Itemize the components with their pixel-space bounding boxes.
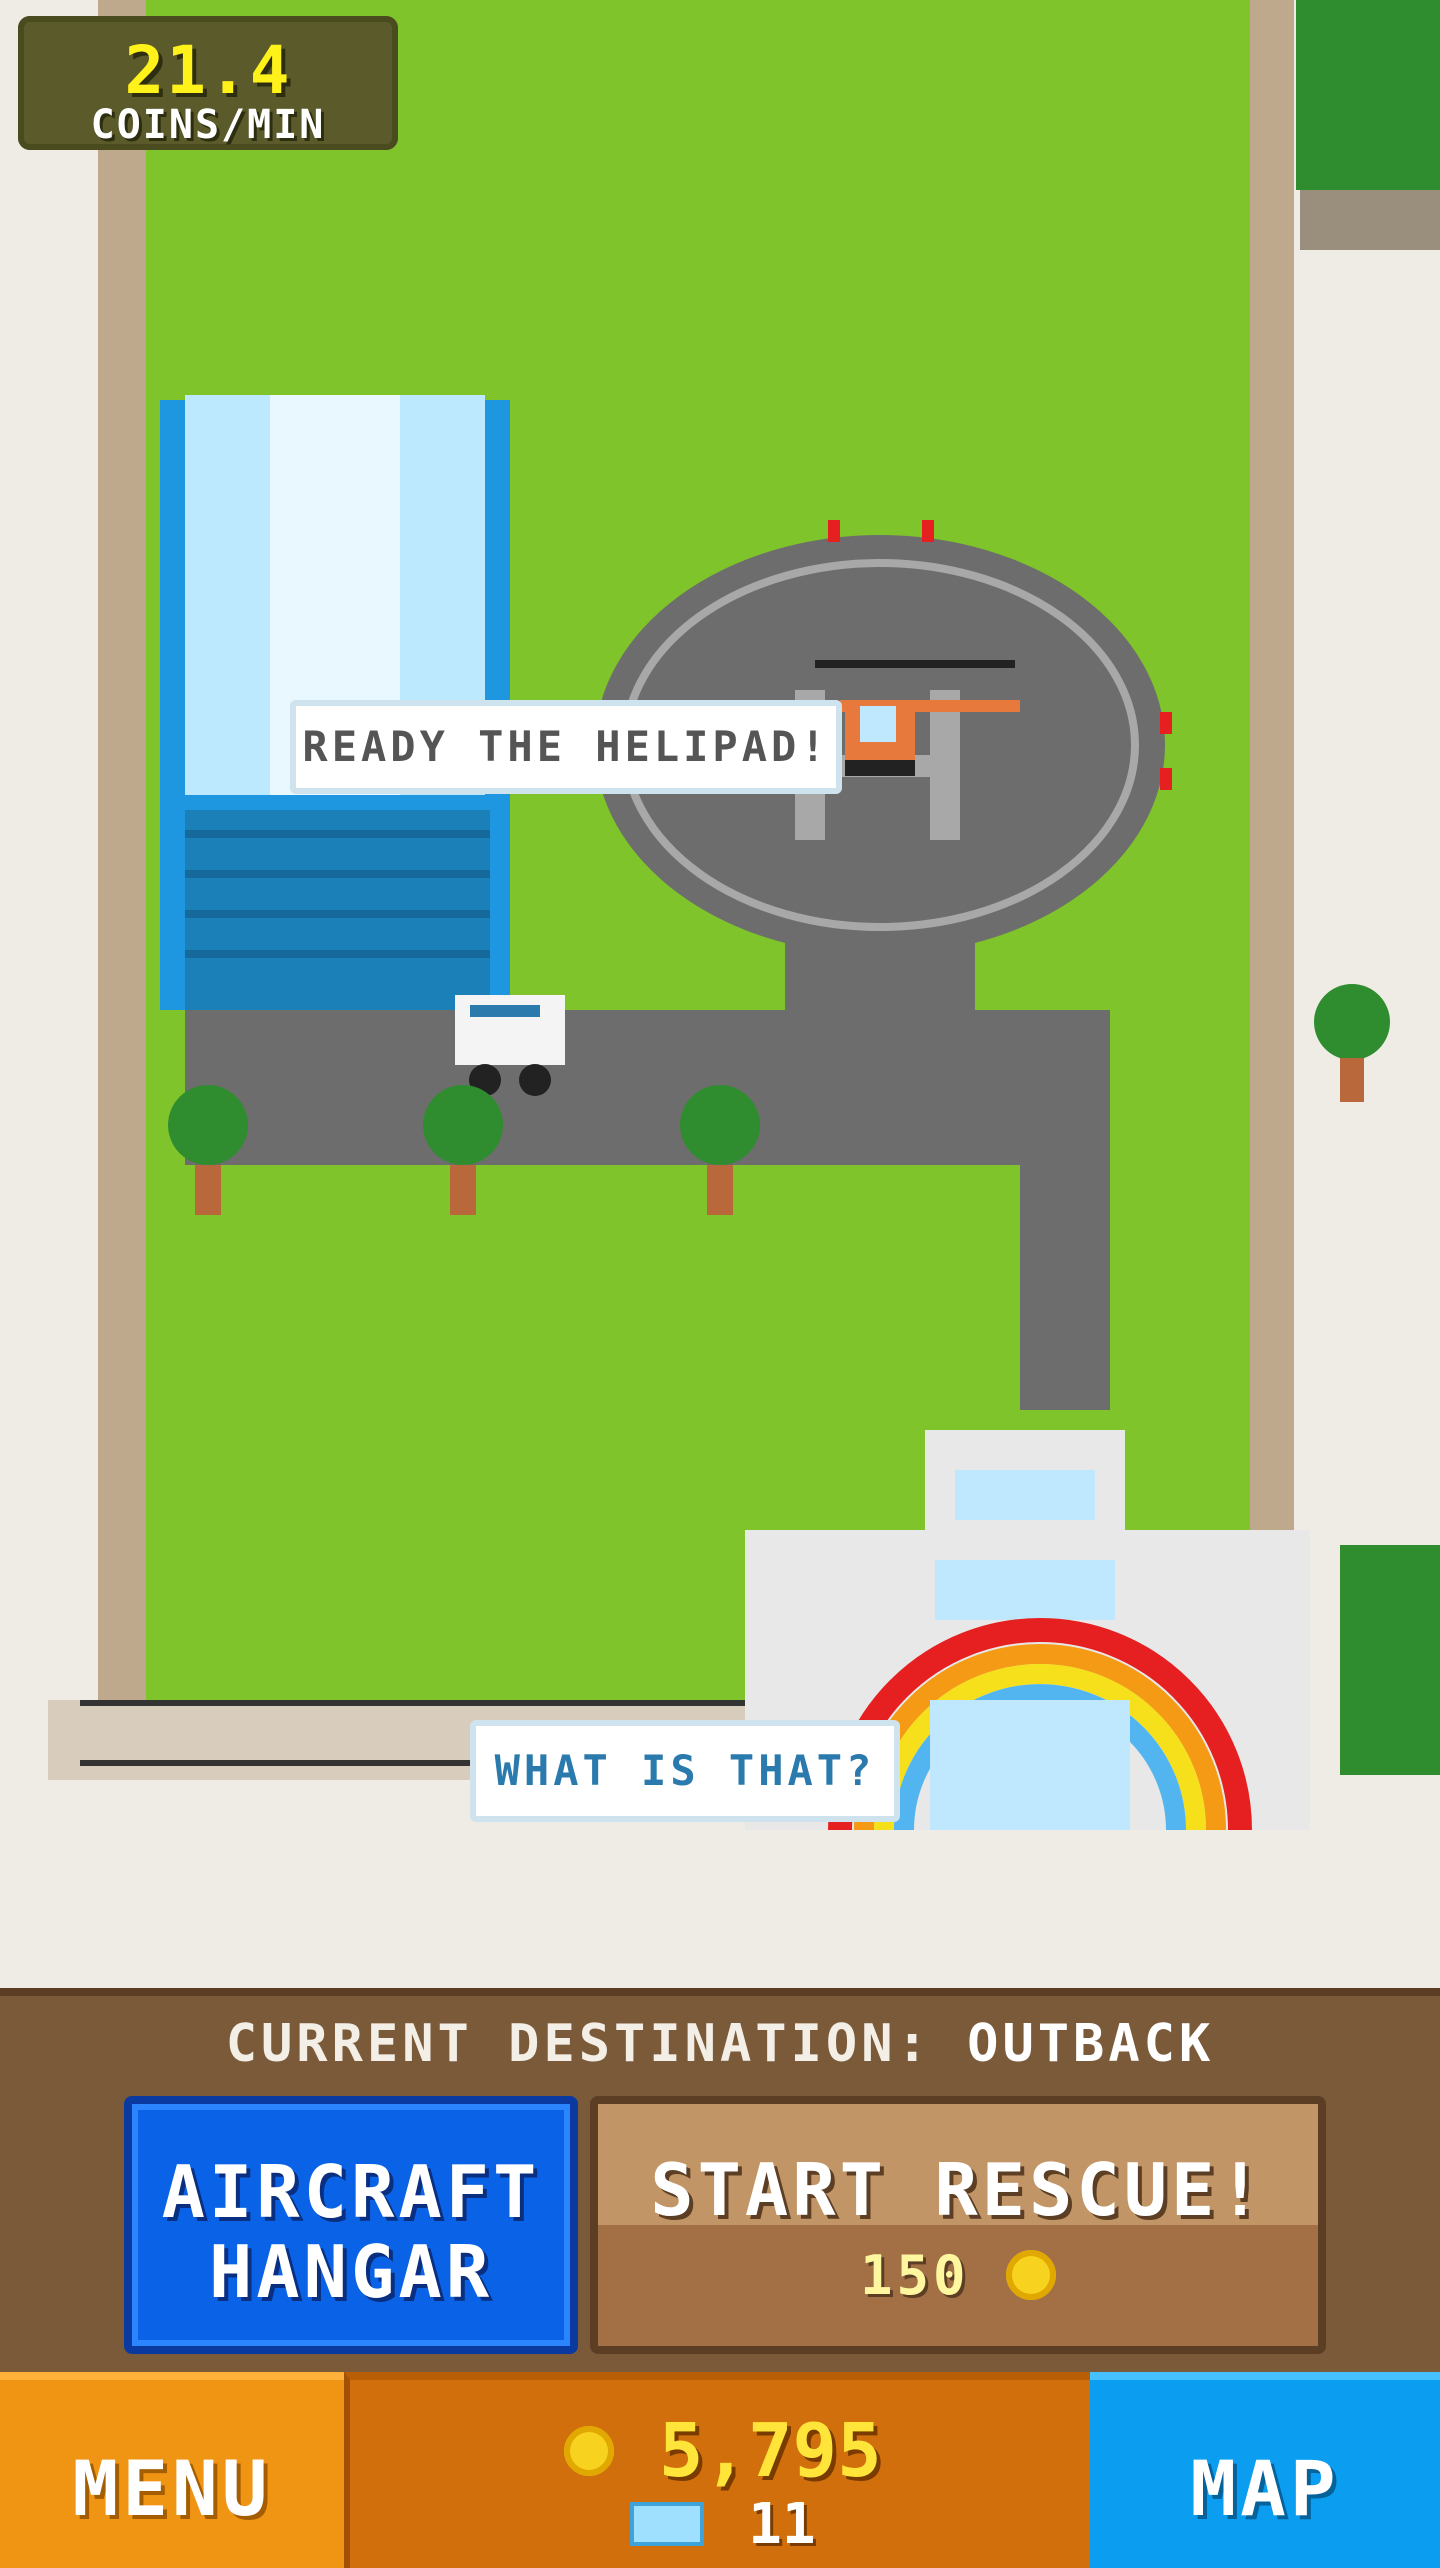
coin-icon xyxy=(564,2426,615,2477)
coin-rate-value: 21.4 xyxy=(124,32,292,109)
menu-button[interactable]: MENU xyxy=(0,2372,344,2568)
coin-icon xyxy=(1006,2250,1057,2301)
hangar-label-line2: HANGAR xyxy=(208,2230,494,2314)
coin-balance-value: 5,795 xyxy=(658,2408,882,2494)
helipad-speech-bubble: READY THE HELIPAD! xyxy=(290,700,842,794)
destination-label: CURRENT DESTINATION: xyxy=(225,2014,932,2074)
coin-balance: 5,795 xyxy=(350,2408,1096,2494)
rescue-cost: 150 xyxy=(598,2244,1318,2307)
map-label: MAP xyxy=(1190,2444,1340,2533)
coin-rate-unit: COINS/MIN xyxy=(90,102,326,148)
what-is-that-speech-bubble: WHAT IS THAT? xyxy=(470,1720,900,1822)
map-button[interactable]: MAP xyxy=(1090,2372,1440,2568)
gem-balance-value: 11 xyxy=(748,2492,816,2557)
hangar-label-line1: AIRCRAFT xyxy=(161,2150,541,2234)
start-rescue-button[interactable]: START RESCUE! 150 xyxy=(590,2096,1326,2354)
coin-rate-badge: 21.4 COINS/MIN xyxy=(18,16,398,150)
destination-value: OUTBACK xyxy=(967,2014,1215,2074)
gem-icon xyxy=(630,2501,705,2546)
gem-balance: 11 xyxy=(350,2492,1096,2557)
game-world xyxy=(0,0,1440,1988)
start-rescue-label: START RESCUE! xyxy=(650,2148,1266,2232)
road xyxy=(185,1010,1110,1165)
aircraft-hangar-button[interactable]: AIRCRAFT HANGAR xyxy=(124,2096,578,2354)
current-destination: CURRENT DESTINATION: OUTBACK xyxy=(0,2014,1440,2074)
menu-label: MENU xyxy=(72,2444,272,2533)
wallet: 5,795 11 xyxy=(344,2372,1102,2568)
rescue-cost-value: 150 xyxy=(859,2244,970,2307)
